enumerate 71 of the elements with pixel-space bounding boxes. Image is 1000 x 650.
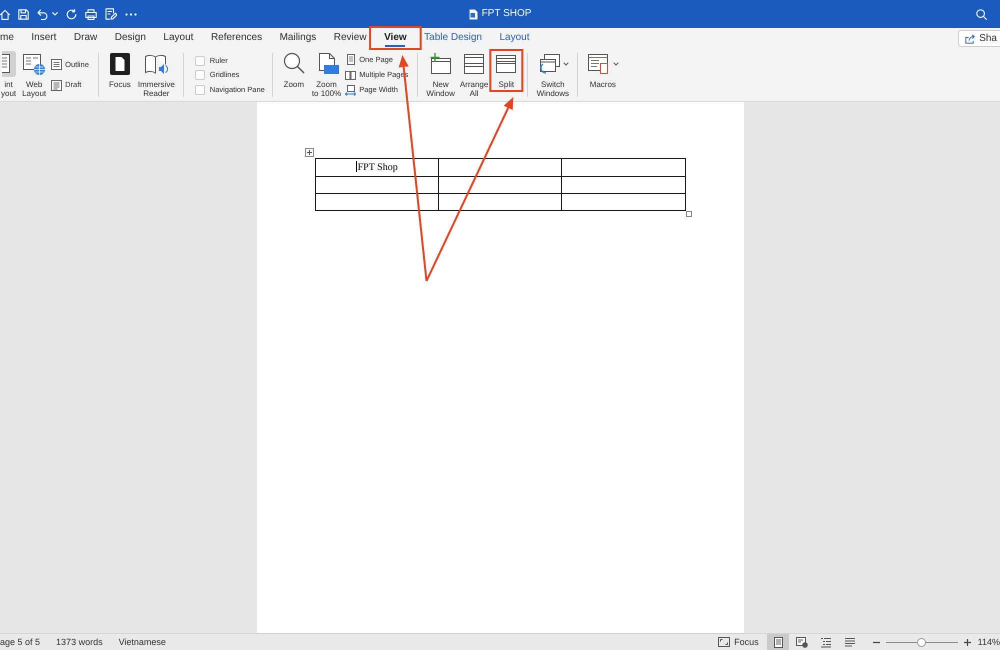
search-icon[interactable]	[976, 8, 987, 20]
tab[interactable]: Design	[114, 28, 146, 48]
share-button[interactable]: Sha	[958, 30, 1000, 47]
table-cell[interactable]	[315, 194, 438, 210]
view-button[interactable]	[766, 634, 789, 650]
edit-document-icon[interactable]	[105, 8, 117, 20]
save-icon[interactable]	[18, 8, 29, 20]
outline-icon	[820, 636, 832, 648]
ribbon-button[interactable]: Zoom to 100%	[310, 51, 342, 99]
tab[interactable]: Layout	[499, 28, 530, 48]
caret-icon[interactable]	[52, 12, 58, 16]
share-icon	[965, 34, 976, 44]
checkbox[interactable]	[194, 56, 205, 66]
slider-thumb[interactable]	[917, 638, 926, 646]
page-lines-icon	[772, 636, 784, 648]
window-title: FPT SHOP	[482, 8, 532, 20]
two-pages-icon	[345, 70, 356, 80]
caret-icon	[613, 62, 620, 66]
status-text: 1373 words	[56, 636, 103, 648]
document-icon	[468, 8, 478, 20]
table-cell[interactable]	[315, 176, 438, 194]
ribbon-button[interactable]: Zoom	[280, 51, 308, 90]
ribbon-button[interactable]: Macros	[585, 51, 620, 90]
status-text: age 5 of 5	[0, 636, 40, 648]
cell-text: FPT Shop	[358, 162, 398, 173]
table-cell[interactable]	[438, 176, 562, 194]
more-icon[interactable]	[125, 12, 137, 16]
resize-handle-icon[interactable]	[686, 211, 692, 217]
plus-icon[interactable]	[964, 638, 971, 646]
ribbon-button[interactable]: Arrange All	[458, 51, 490, 99]
table-cell[interactable]	[438, 158, 562, 176]
tab[interactable]: Draw	[74, 28, 98, 48]
table-cell[interactable]	[562, 194, 685, 210]
page-globe-icon	[796, 636, 808, 648]
ribbon-button[interactable]: Immersive Reader	[136, 51, 176, 99]
print-icon[interactable]	[85, 8, 97, 20]
page-width-icon	[345, 84, 356, 96]
table-cell[interactable]	[438, 194, 562, 210]
caret-icon	[563, 62, 570, 66]
lines-box-icon	[51, 80, 62, 91]
tab[interactable]: Table Design	[424, 28, 482, 48]
tab[interactable]: Mailings	[280, 28, 316, 48]
focus-button[interactable]: Focus	[718, 636, 759, 648]
ribbon-button[interactable]: Switch Windows	[535, 51, 570, 99]
table-cell[interactable]	[562, 176, 685, 194]
checkbox[interactable]	[194, 84, 205, 94]
draft-icon	[844, 636, 856, 648]
tab[interactable]: Review	[334, 28, 367, 48]
redo-icon[interactable]	[66, 8, 77, 20]
checkbox[interactable]	[194, 70, 205, 80]
undo-icon[interactable]	[37, 8, 48, 20]
page-icon	[345, 54, 356, 66]
status-text: Vietnamese	[118, 636, 166, 648]
ribbon-button[interactable]: Focus	[106, 51, 134, 90]
move-handle-icon[interactable]	[304, 148, 314, 157]
text-caret	[356, 161, 357, 172]
tab[interactable]: Insert	[31, 28, 56, 48]
ribbon-button[interactable]: New Window	[425, 51, 456, 99]
home-icon[interactable]	[0, 8, 10, 20]
window-plus-icon	[428, 51, 454, 77]
table-cell[interactable]: FPT Shop	[315, 158, 438, 176]
ribbon-button[interactable]: int yout	[0, 51, 18, 99]
focus-icon	[718, 637, 730, 647]
ribbon-button[interactable]: Split	[492, 51, 520, 90]
tab[interactable]: Layout	[163, 28, 194, 48]
lines-box-icon	[51, 59, 62, 70]
tab[interactable]: References	[210, 28, 262, 48]
tab[interactable]: me	[0, 28, 14, 48]
ribbon-button[interactable]: Web Layout	[20, 51, 48, 99]
table-cell[interactable]	[562, 158, 685, 176]
zoom-percent: 114%	[978, 636, 1000, 648]
